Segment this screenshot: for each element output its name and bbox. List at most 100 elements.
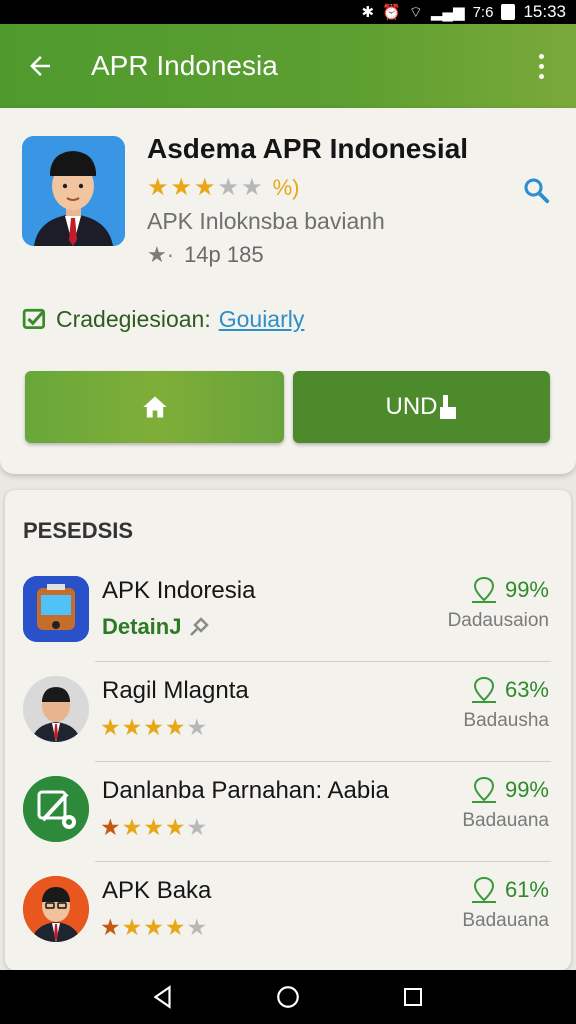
status-time: 15:33 [523, 2, 566, 21]
item-percent-row: 63% [463, 676, 549, 704]
wifi-status-icon: ⌔ [408, 3, 423, 21]
location-icon [471, 576, 496, 603]
install-button[interactable]: UND [293, 371, 550, 443]
more-options-button[interactable] [526, 46, 556, 86]
item-percent-row: 99% [448, 576, 549, 604]
status-icons: ✱ ⏰ ⌔ ▂▄▆ 7:6 [362, 3, 516, 22]
star-icon: ★ [194, 174, 216, 201]
location-icon [471, 876, 496, 903]
item-name: APK Baka [102, 877, 212, 904]
back-triangle-icon [153, 985, 171, 1009]
star-icon: ★ [164, 714, 186, 740]
home-circle-icon [277, 986, 299, 1008]
device-icon [23, 576, 89, 642]
item-percent: 63% [504, 677, 549, 702]
edit-gear-icon [23, 776, 89, 842]
nav-back-button[interactable] [143, 977, 183, 1017]
list-item[interactable]: APK Baka ★ ★ ★ ★ ★ 61% Badauana [5, 862, 571, 962]
app-subtitle: APK Inloknsba bavianh [147, 208, 385, 234]
person-avatar-icon [23, 876, 89, 942]
item-stats: 99% Badauana [462, 776, 549, 832]
home-icon [142, 396, 167, 418]
category-row: Cradegiesioan: Gouiarly [22, 306, 304, 333]
star-icon: ★ [100, 714, 121, 740]
star-icon: ★ [121, 914, 143, 940]
star-empty-icon: ★ [186, 814, 208, 840]
list-item[interactable]: Danlanba Parnahan: Aabia ★ ★ ★ ★ ★ 99% Badau… [5, 762, 571, 862]
item-stats: 63% Badausha [463, 676, 549, 732]
app-meta-text: 14p 185 [184, 242, 264, 267]
status-bar: ✱ ⏰ ⌔ ▂▄▆ 7:6 15:33 [0, 0, 576, 24]
item-percent: 99% [504, 777, 549, 802]
nav-home-button[interactable] [268, 977, 308, 1017]
avatar [23, 876, 89, 942]
star-icon: ★· [147, 242, 175, 267]
install-label: UND [385, 393, 438, 420]
item-rating: ★ ★ ★ ★ ★ [100, 714, 207, 741]
settings-status-icon: ✱ [361, 4, 375, 21]
status-text: 7:6 [472, 3, 494, 21]
list-item[interactable]: Ragil Mlagnta ★ ★ ★ ★ ★ 63% Badausha [5, 662, 571, 762]
star-icon: ★ [100, 914, 121, 940]
star-icon: ★ [121, 814, 143, 840]
star-empty-icon: ★ [241, 174, 263, 201]
related-apps-card: PESEDSIS APK Indoresia DetainJ 99% Dadau… [5, 490, 571, 970]
app-icon [23, 576, 89, 642]
app-rating: ★ ★ ★ ★ ★ %) [147, 173, 299, 202]
item-name: Ragil Mlagnta [102, 677, 249, 704]
item-sub: Dadausaion [447, 610, 549, 631]
recents-square-icon [404, 988, 423, 1006]
avatar [23, 676, 89, 742]
app-name: Asdema APR Indonesial [147, 133, 469, 164]
star-icon: ★ [143, 714, 164, 740]
star-icon: ★ [143, 814, 164, 840]
arrow-left-icon [30, 56, 50, 76]
app-icon [22, 136, 125, 246]
pin-icon [190, 617, 210, 636]
more-vert-dot [538, 73, 544, 79]
item-name: APK Indoresia [102, 577, 256, 604]
location-icon [471, 676, 496, 703]
item-detail-label: DetainJ [102, 614, 182, 639]
item-sub: Badauana [462, 810, 549, 831]
item-percent-row: 99% [462, 776, 549, 804]
app-icon [23, 776, 89, 842]
section-title: PESEDSIS [23, 518, 134, 543]
app-meta: ★· 14p 185 [147, 242, 264, 268]
location-icon [471, 776, 496, 803]
app-bar: APR Indonesia [0, 24, 576, 108]
more-vert-icon [538, 53, 544, 59]
category-label: Cradegiesioan: [56, 306, 211, 332]
star-empty-icon: ★ [186, 914, 208, 940]
item-percent: 99% [504, 577, 549, 602]
more-vert-dot [538, 63, 544, 69]
category-link[interactable]: Gouiarly [219, 306, 305, 333]
alarm-status-icon: ⏰ [382, 4, 401, 21]
item-rating: ★ ★ ★ ★ ★ [100, 814, 207, 841]
search-button[interactable] [518, 172, 554, 208]
item-detail[interactable]: DetainJ [102, 614, 211, 640]
back-button[interactable] [20, 46, 60, 86]
star-icon: ★ [100, 814, 121, 840]
page-title: APR Indonesia [91, 50, 278, 81]
item-name: Danlanba Parnahan: Aabia [102, 777, 389, 804]
person-avatar-icon [22, 136, 125, 246]
list-item[interactable]: APK Indoresia DetainJ 99% Dadausaion [5, 562, 571, 662]
home-button[interactable] [25, 371, 284, 443]
item-percent: 61% [504, 877, 549, 902]
install-hand-icon [439, 395, 456, 419]
battery-icon [501, 4, 516, 20]
item-sub: Badauana [462, 910, 549, 931]
signal-status-icon: ▂▄▆ [430, 4, 465, 21]
rating-label: %) [272, 174, 300, 200]
item-stats: 99% Dadausaion [448, 576, 549, 632]
item-sub: Badausha [463, 710, 549, 731]
star-empty-icon: ★ [186, 714, 208, 740]
system-nav-bar [0, 970, 576, 1024]
star-icon: ★ [121, 714, 143, 740]
star-icon: ★ [170, 174, 193, 201]
nav-recents-button[interactable] [393, 977, 433, 1017]
item-stats: 61% Badauana [462, 876, 549, 932]
star-icon: ★ [143, 914, 164, 940]
item-rating: ★ ★ ★ ★ ★ [100, 914, 207, 941]
